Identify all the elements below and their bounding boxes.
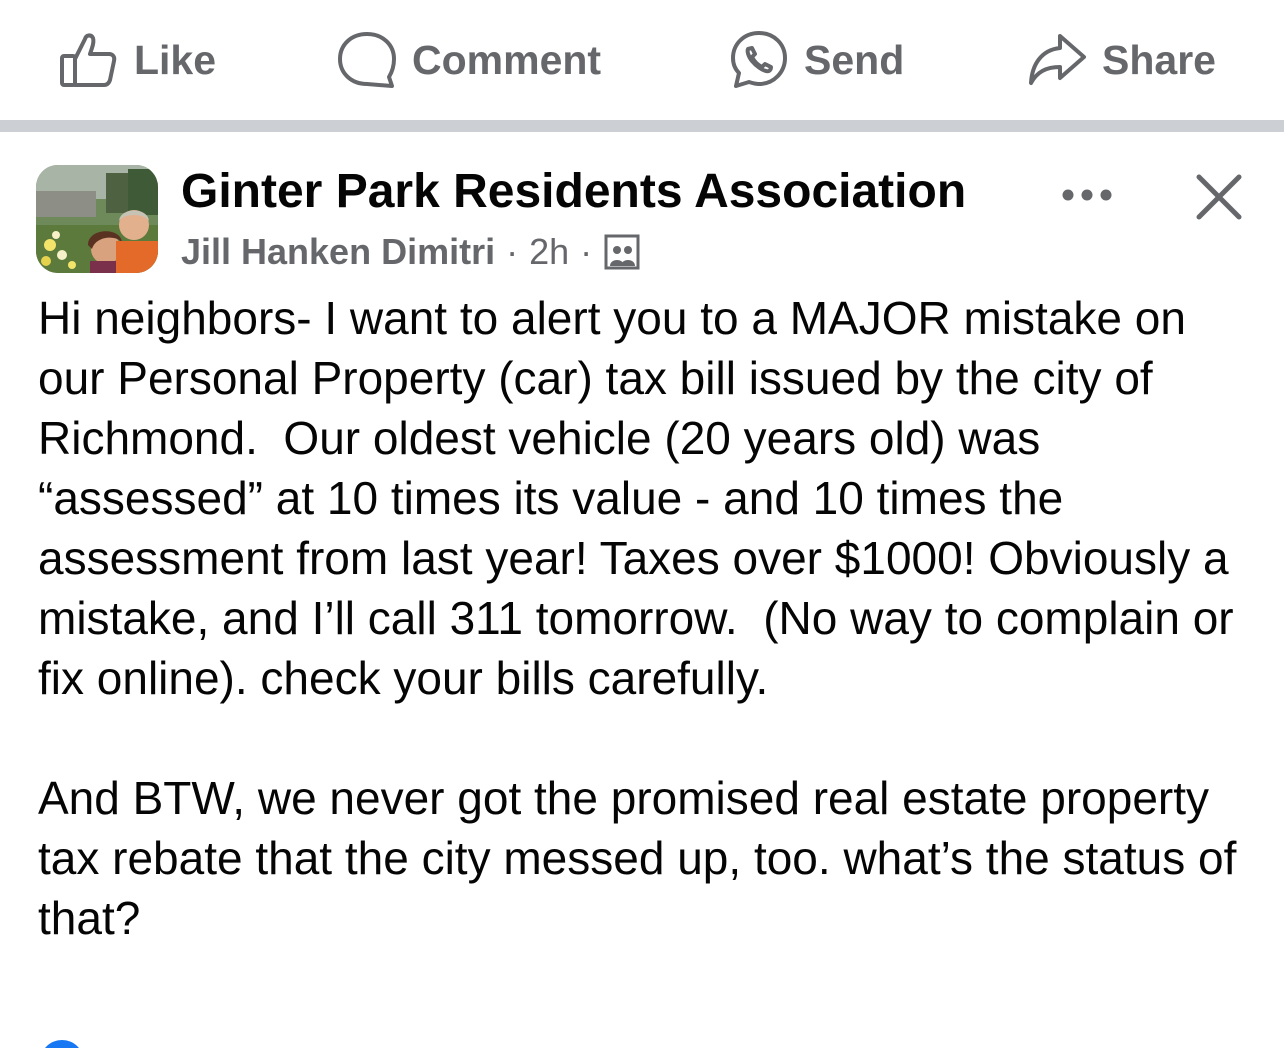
group-members-icon bbox=[603, 233, 641, 271]
group-name-link[interactable]: Ginter Park Residents Association bbox=[181, 164, 966, 219]
comment-button[interactable]: Comment bbox=[336, 22, 601, 98]
post-paragraph: Hi neighbors- I want to alert you to a M… bbox=[38, 292, 1247, 704]
post-meta: Jill Hanken Dimitri · 2h · bbox=[181, 228, 641, 276]
post-action-bar: Like Comment Send Share bbox=[0, 0, 1284, 120]
like-button[interactable]: Like bbox=[58, 22, 216, 98]
more-dots-icon bbox=[1061, 188, 1113, 207]
meta-separator: · bbox=[580, 231, 593, 272]
like-label: Like bbox=[134, 36, 217, 83]
close-icon bbox=[1195, 173, 1243, 226]
more-options-button[interactable] bbox=[1054, 172, 1120, 222]
share-button[interactable]: Share bbox=[1026, 22, 1216, 98]
post-header: Ginter Park Residents Association Jill H… bbox=[0, 132, 1284, 282]
comment-label: Comment bbox=[412, 36, 602, 83]
feed-separator bbox=[0, 120, 1284, 132]
author-name-link[interactable]: Jill Hanken Dimitri bbox=[181, 231, 495, 273]
group-avatar[interactable] bbox=[36, 165, 158, 273]
meta-separator: · bbox=[506, 231, 519, 272]
post-text: Hi neighbors- I want to alert you to a M… bbox=[38, 288, 1264, 948]
send-button[interactable]: Send bbox=[728, 22, 904, 98]
comment-bubble-icon bbox=[336, 29, 398, 91]
messenger-icon bbox=[728, 29, 790, 91]
send-label: Send bbox=[804, 36, 905, 83]
post-timestamp[interactable]: 2h bbox=[529, 231, 569, 273]
share-label: Share bbox=[1102, 36, 1216, 83]
thumbs-up-icon bbox=[58, 29, 120, 91]
reactions-row-peek bbox=[0, 1036, 1284, 1048]
hide-post-button[interactable] bbox=[1188, 168, 1250, 230]
share-arrow-icon bbox=[1026, 29, 1088, 91]
like-reaction-icon bbox=[40, 1040, 84, 1048]
post-paragraph: And BTW, we never got the promised real … bbox=[38, 772, 1250, 944]
